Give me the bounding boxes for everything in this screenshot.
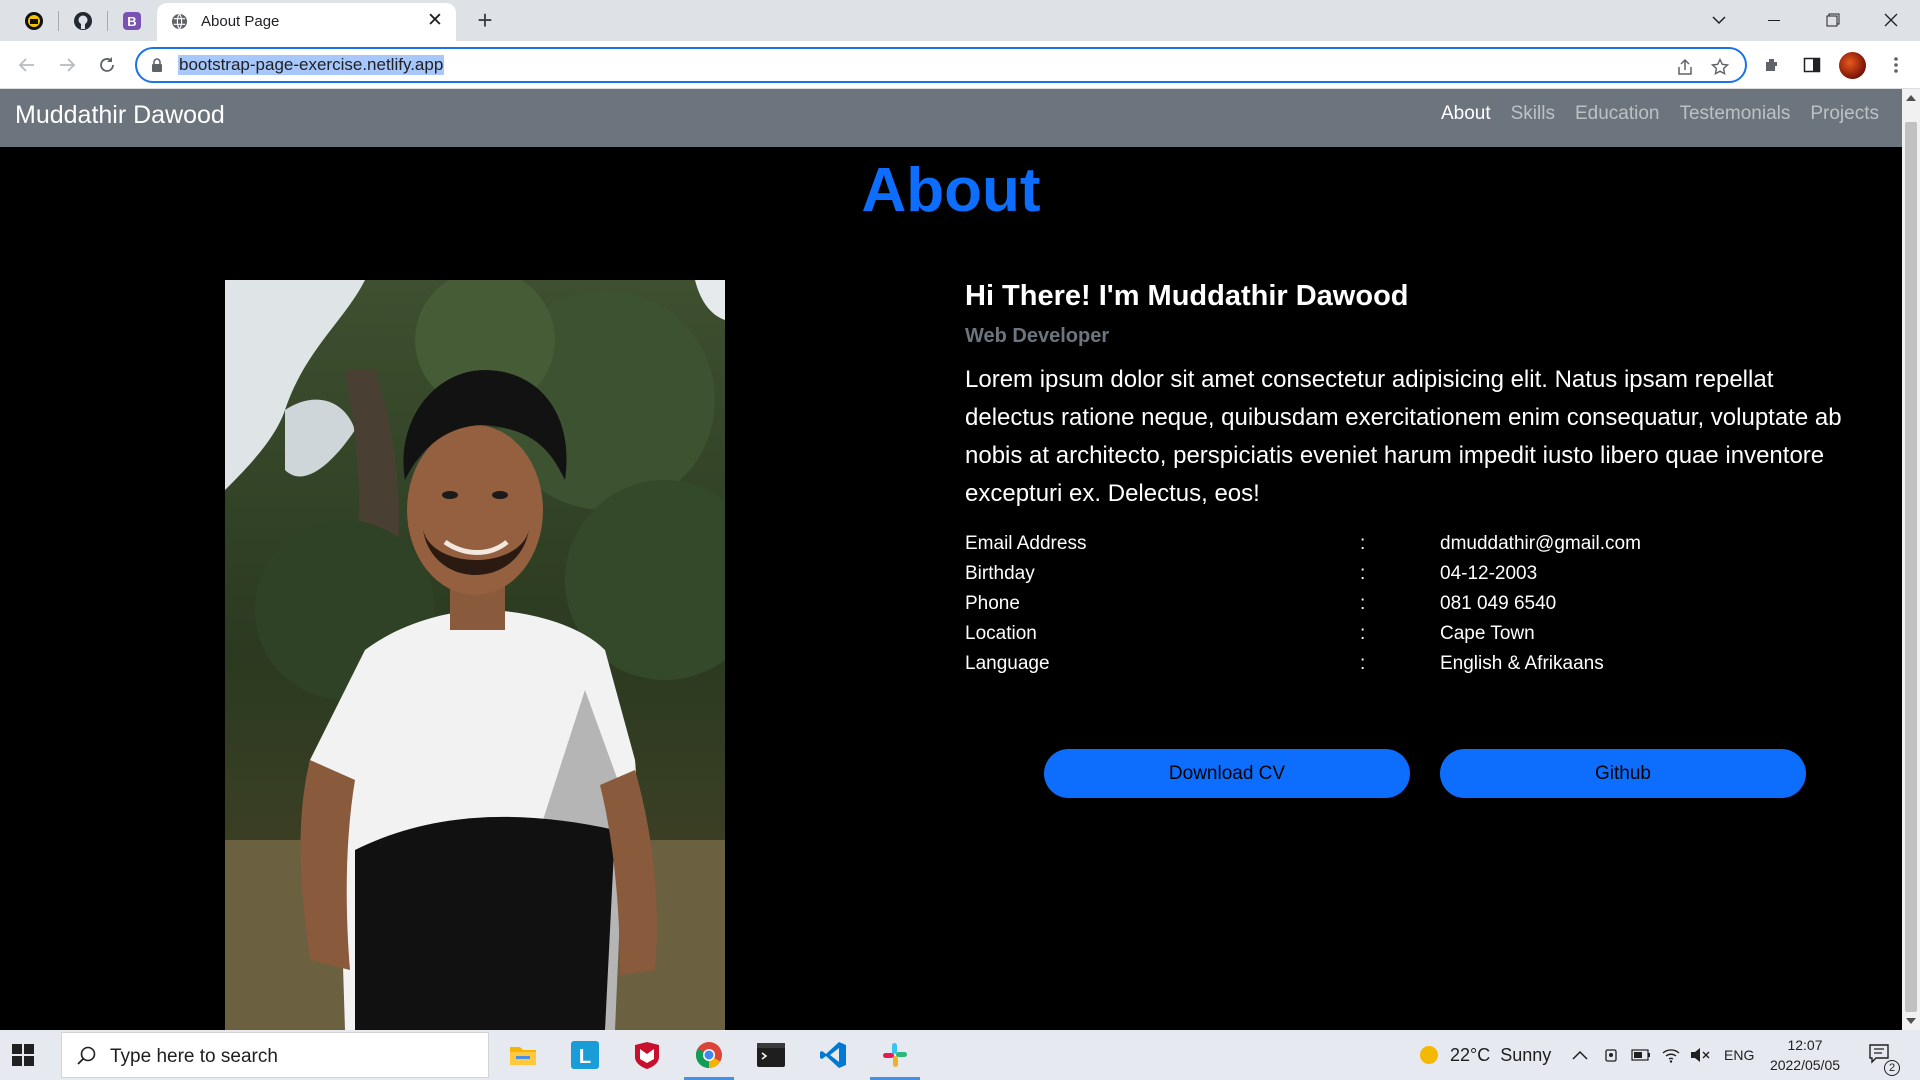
search-placeholder: Type here to search xyxy=(110,1046,278,1067)
close-window-icon[interactable] xyxy=(1868,4,1914,36)
detail-label: Birthday xyxy=(965,563,1035,584)
page-title: About xyxy=(861,156,1041,225)
svg-text:L: L xyxy=(579,1046,591,1068)
detail-separator: : xyxy=(1360,563,1366,584)
weather-text: 22°C Sunny xyxy=(1450,1044,1552,1065)
detail-value: dmuddathir@gmail.com xyxy=(1440,533,1641,554)
detail-label: Phone xyxy=(965,593,1020,614)
intro-heading: Hi There! I'm Muddathir Dawood xyxy=(965,280,1409,312)
notification-center-icon[interactable]: 2 xyxy=(1868,1030,1900,1080)
pinned-tab-icon[interactable] xyxy=(20,7,48,35)
windows-start-icon[interactable] xyxy=(10,1042,36,1068)
page-viewport: Muddathir Dawood About Skills Education … xyxy=(0,89,1902,1030)
sun-icon xyxy=(1420,1046,1438,1064)
battery-icon[interactable] xyxy=(1631,1030,1651,1080)
wifi-icon[interactable] xyxy=(1662,1030,1680,1080)
github-button[interactable]: Github xyxy=(1440,749,1806,798)
site-navbar: Muddathir Dawood About Skills Education … xyxy=(0,89,1902,147)
scrollbar-thumb[interactable] xyxy=(1905,122,1917,1012)
windows-taskbar: Type here to search L 22°C Sunny ENG 12:… xyxy=(0,1030,1920,1080)
detail-row-phone: Phone : 081 049 6540 xyxy=(965,591,1865,621)
minimize-icon[interactable] xyxy=(1751,4,1797,36)
forward-icon[interactable] xyxy=(53,51,81,79)
profile-photo xyxy=(225,280,725,1030)
detail-separator: : xyxy=(1360,623,1366,644)
chevron-up-icon[interactable] xyxy=(1572,1030,1588,1080)
detail-value: 04-12-2003 xyxy=(1440,563,1538,584)
restore-icon[interactable] xyxy=(1810,4,1856,36)
detail-separator: : xyxy=(1360,533,1366,554)
lock-icon[interactable] xyxy=(151,58,163,73)
nav-link-projects[interactable]: Projects xyxy=(1810,103,1879,125)
detail-row-language: Language : English & Afrikaans xyxy=(965,651,1865,681)
nav-link-testimonials[interactable]: Testemonials xyxy=(1679,103,1790,125)
detail-separator: : xyxy=(1360,593,1366,614)
browser-tab-bar: B About Page ✕ + xyxy=(0,0,1920,41)
taskbar-search-box[interactable]: Type here to search xyxy=(61,1032,489,1078)
detail-value: English & Afrikaans xyxy=(1440,653,1604,674)
clock-date: 2022/05/05 xyxy=(1769,1057,1841,1073)
nav-link-education[interactable]: Education xyxy=(1575,103,1660,125)
tab-separator xyxy=(58,11,59,31)
tab-search-icon[interactable] xyxy=(1696,4,1742,36)
slack-icon[interactable] xyxy=(864,1030,926,1080)
extensions-icon[interactable] xyxy=(1760,53,1784,77)
detail-label: Email Address xyxy=(965,533,1087,554)
share-icon[interactable] xyxy=(1674,56,1696,78)
reload-icon[interactable] xyxy=(93,51,121,79)
page-scrollbar[interactable] xyxy=(1902,89,1920,1030)
menu-icon[interactable] xyxy=(1884,53,1908,77)
detail-label: Language xyxy=(965,653,1050,674)
clock-time: 12:07 xyxy=(1787,1037,1823,1053)
nav-link-skills[interactable]: Skills xyxy=(1511,103,1555,125)
search-icon xyxy=(77,1046,96,1065)
svg-text:B: B xyxy=(127,14,136,29)
scroll-down-icon[interactable] xyxy=(1906,1018,1916,1024)
weather-widget[interactable]: 22°C Sunny xyxy=(1418,1030,1551,1080)
new-tab-icon[interactable]: + xyxy=(470,6,500,36)
scroll-up-icon[interactable] xyxy=(1906,95,1916,101)
volume-muted-icon[interactable] xyxy=(1690,1030,1710,1080)
close-tab-icon[interactable]: ✕ xyxy=(424,10,446,32)
bootstrap-icon[interactable]: B xyxy=(118,7,146,35)
meet-now-icon[interactable] xyxy=(1603,1030,1621,1080)
tab-separator xyxy=(107,11,108,31)
tab-title: About Page xyxy=(201,13,280,30)
detail-separator: : xyxy=(1360,653,1366,674)
terminal-icon[interactable] xyxy=(740,1030,802,1080)
detail-value: 081 049 6540 xyxy=(1440,593,1557,614)
vscode-icon[interactable] xyxy=(802,1030,864,1080)
l-app-icon[interactable]: L xyxy=(554,1030,616,1080)
download-cv-button[interactable]: Download CV xyxy=(1044,749,1410,798)
navbar-brand[interactable]: Muddathir Dawood xyxy=(15,101,225,130)
navbar-links: About Skills Education Testemonials Proj… xyxy=(1441,103,1879,125)
detail-label: Location xyxy=(965,623,1037,644)
file-explorer-icon[interactable] xyxy=(492,1030,554,1080)
taskbar-clock[interactable]: 12:07 2022/05/05 xyxy=(1765,1035,1845,1075)
address-bar[interactable]: bootstrap-page-exercise.netlify.app xyxy=(135,47,1747,83)
role-subtitle: Web Developer xyxy=(965,325,1110,347)
bio-paragraph: Lorem ipsum dolor sit amet consectetur a… xyxy=(965,366,1842,507)
back-icon[interactable] xyxy=(13,51,41,79)
tab-about-page[interactable]: About Page ✕ xyxy=(157,3,456,41)
globe-icon xyxy=(171,13,188,30)
chrome-icon[interactable] xyxy=(678,1030,740,1080)
nav-link-about[interactable]: About xyxy=(1441,103,1491,125)
profile-photo-image xyxy=(225,280,725,1030)
browser-toolbar: bootstrap-page-exercise.netlify.app xyxy=(0,41,1920,89)
details-list: Email Address : dmuddathir@gmail.com Bir… xyxy=(965,531,1865,681)
detail-row-email: Email Address : dmuddathir@gmail.com xyxy=(965,531,1865,561)
url-text[interactable]: bootstrap-page-exercise.netlify.app xyxy=(178,55,445,75)
mcafee-icon[interactable] xyxy=(616,1030,678,1080)
input-language[interactable]: ENG xyxy=(1724,1030,1754,1080)
notification-count-badge: 2 xyxy=(1884,1060,1900,1076)
detail-row-birthday: Birthday : 04-12-2003 xyxy=(965,561,1865,591)
profile-avatar[interactable] xyxy=(1839,52,1866,79)
side-panel-icon[interactable] xyxy=(1800,53,1824,77)
detail-row-location: Location : Cape Town xyxy=(965,621,1865,651)
detail-value: Cape Town xyxy=(1440,623,1535,644)
bookmark-star-icon[interactable] xyxy=(1709,56,1731,78)
github-icon[interactable] xyxy=(69,7,97,35)
